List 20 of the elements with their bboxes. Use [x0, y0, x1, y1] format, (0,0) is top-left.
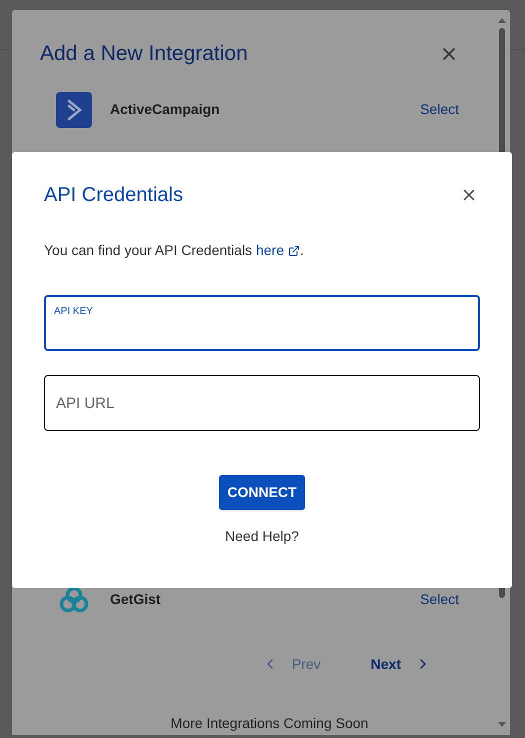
select-link[interactable]: Select	[420, 99, 459, 120]
integration-name: ActiveCampaign	[110, 100, 221, 119]
dialog-title: API Credentials	[44, 183, 183, 208]
input-field[interactable]	[44, 295, 480, 351]
integration-name: GetGist	[110, 590, 162, 609]
scroll-up-arrow-icon[interactable]	[497, 16, 507, 24]
next-button[interactable]: Next	[370, 654, 431, 674]
rings-logo-icon	[59, 586, 89, 614]
input-field[interactable]: API URL	[44, 375, 480, 431]
modal-title: Add a New Integration	[40, 41, 248, 67]
here-link[interactable]: here	[256, 240, 300, 261]
external-link-icon	[288, 244, 300, 256]
chevron-logo-icon	[56, 92, 92, 128]
help-link[interactable]: Need Help?	[225, 526, 299, 547]
select-link[interactable]: Select	[420, 589, 459, 610]
scroll-down-arrow-icon[interactable]	[497, 721, 507, 729]
connect-button[interactable]: CONNECT	[219, 475, 305, 510]
intro-text: You can find your API Credentials here .	[44, 240, 480, 261]
coming-soon-text: More Integrations Coming Soon	[170, 714, 368, 733]
field-label: API KEY	[54, 305, 93, 319]
